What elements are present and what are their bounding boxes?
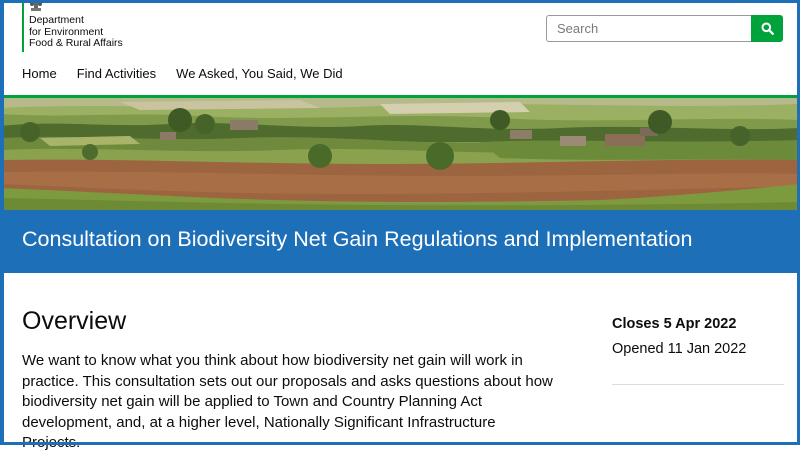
nav-item-we-asked[interactable]: We Asked, You Said, We Did: [176, 66, 342, 81]
search-icon: [761, 22, 774, 35]
logo-line-3: Food & Rural Affairs: [29, 37, 123, 49]
nav-item-find-activities[interactable]: Find Activities: [77, 66, 156, 81]
page-title: Consultation on Biodiversity Net Gain Re…: [22, 227, 693, 251]
logo-line-1: Department: [29, 14, 84, 26]
logo-text: Department for Environment Food & Rural …: [29, 14, 123, 50]
search-button[interactable]: [751, 15, 783, 42]
overview-heading: Overview: [22, 307, 127, 335]
nav-item-home[interactable]: Home: [22, 66, 57, 81]
logo-bar: [22, 0, 24, 52]
search-input[interactable]: [546, 15, 751, 42]
search-form: [546, 15, 783, 42]
consultation-dates: Closes 5 Apr 2022 Opened 11 Jan 2022: [612, 316, 784, 357]
title-banner: Consultation on Biodiversity Net Gain Re…: [0, 210, 800, 273]
opened-date: Opened 11 Jan 2022: [612, 341, 747, 357]
royal-crest-icon: [30, 2, 42, 11]
main-nav: Home Find Activities We Asked, You Said,…: [22, 66, 343, 81]
hero-landscape-image: [0, 98, 800, 210]
overview-body: We want to know what you think about how…: [22, 352, 553, 451]
sidebar-divider: [612, 384, 784, 385]
closes-date: Closes 5 Apr 2022: [612, 316, 737, 332]
site-header: Department for Environment Food & Rural …: [0, 0, 800, 62]
